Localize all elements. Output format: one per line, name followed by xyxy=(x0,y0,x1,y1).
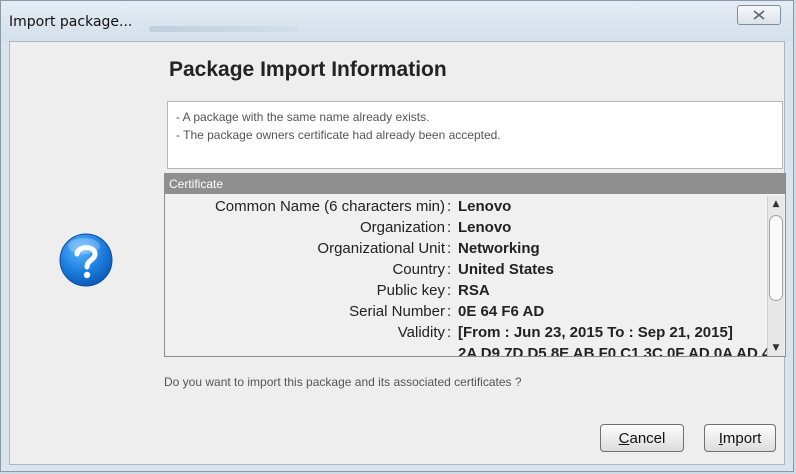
message-line: - A package with the same name already e… xyxy=(176,110,430,124)
cert-value: United States xyxy=(458,261,554,278)
import-button[interactable]: Import xyxy=(704,424,776,452)
cert-value: 0E 64 F6 AD xyxy=(458,303,545,320)
close-button[interactable] xyxy=(737,5,781,25)
cert-row-fingerprint: 2A D9 7D D5 8E AB F0 C1 3C 0F AD 0A AD 4… xyxy=(165,343,767,357)
close-icon xyxy=(753,10,765,20)
title-bar[interactable]: Import package... xyxy=(1,1,793,41)
scroll-up-icon[interactable]: ▲ xyxy=(768,196,784,212)
cert-separator: : xyxy=(447,303,452,320)
cert-row-validity: Validity : [From : Jun 23, 2015 To : Sep… xyxy=(165,322,767,343)
cert-separator: : xyxy=(447,324,452,341)
scroll-thumb[interactable] xyxy=(769,215,783,301)
question-icon xyxy=(59,233,113,287)
import-package-dialog: Import package... Package Import Informa… xyxy=(0,0,794,472)
cert-row-country: Country : United States xyxy=(165,259,767,280)
cancel-button[interactable]: Cancel xyxy=(600,424,684,452)
blurred-background-text xyxy=(149,26,299,32)
cert-separator: : xyxy=(447,198,452,215)
cert-value: 2A D9 7D D5 8E AB F0 C1 3C 0F AD 0A AD 4… xyxy=(458,345,767,357)
cert-row-public-key: Public key : RSA xyxy=(165,280,767,301)
cert-label: Serial Number xyxy=(349,303,445,320)
cert-label: Common Name (6 characters min) xyxy=(214,198,445,215)
cert-label: Public key xyxy=(376,282,445,299)
certificate-details: Common Name (6 characters min) : Lenovo … xyxy=(165,196,767,357)
cert-label: Country xyxy=(392,261,445,278)
certificate-panel: Certificate Common Name (6 characters mi… xyxy=(164,173,786,357)
cert-row-serial-number: Serial Number : 0E 64 F6 AD xyxy=(165,301,767,322)
cert-value: RSA xyxy=(458,282,490,299)
cert-value: Networking xyxy=(458,240,540,257)
import-label: mport xyxy=(722,429,762,447)
dialog-content: Package Import Information - A package w… xyxy=(9,41,786,465)
cert-value: Lenovo xyxy=(458,219,512,236)
confirmation-prompt: Do you want to import this package and i… xyxy=(164,375,522,389)
certificate-scrollbar[interactable]: ▲ ▼ xyxy=(767,196,784,356)
cert-separator: : xyxy=(447,261,452,278)
cert-separator: : xyxy=(447,282,452,299)
cancel-label: ancel xyxy=(629,429,666,447)
cert-value: Lenovo xyxy=(458,198,512,215)
window-title: Import package... xyxy=(9,14,133,30)
cert-separator: : xyxy=(447,240,452,257)
cancel-mnemonic: C xyxy=(618,429,630,447)
cert-label: Organizational Unit xyxy=(317,240,445,257)
dialog-heading: Package Import Information xyxy=(169,58,447,81)
cert-separator: : xyxy=(447,219,452,236)
cert-row-common-name: Common Name (6 characters min) : Lenovo xyxy=(165,196,767,217)
certificate-header: Certificate xyxy=(165,174,785,194)
cert-label: Validity xyxy=(397,324,445,341)
scroll-down-icon[interactable]: ▼ xyxy=(768,340,784,356)
cert-value: [From : Jun 23, 2015 To : Sep 21, 2015] xyxy=(458,324,733,341)
cert-row-organization: Organization : Lenovo xyxy=(165,217,767,238)
message-line: - The package owners certificate had alr… xyxy=(176,128,501,142)
cert-label: Organization xyxy=(359,219,445,236)
cert-row-organizational-unit: Organizational Unit : Networking xyxy=(165,238,767,259)
message-box: - A package with the same name already e… xyxy=(167,101,783,169)
